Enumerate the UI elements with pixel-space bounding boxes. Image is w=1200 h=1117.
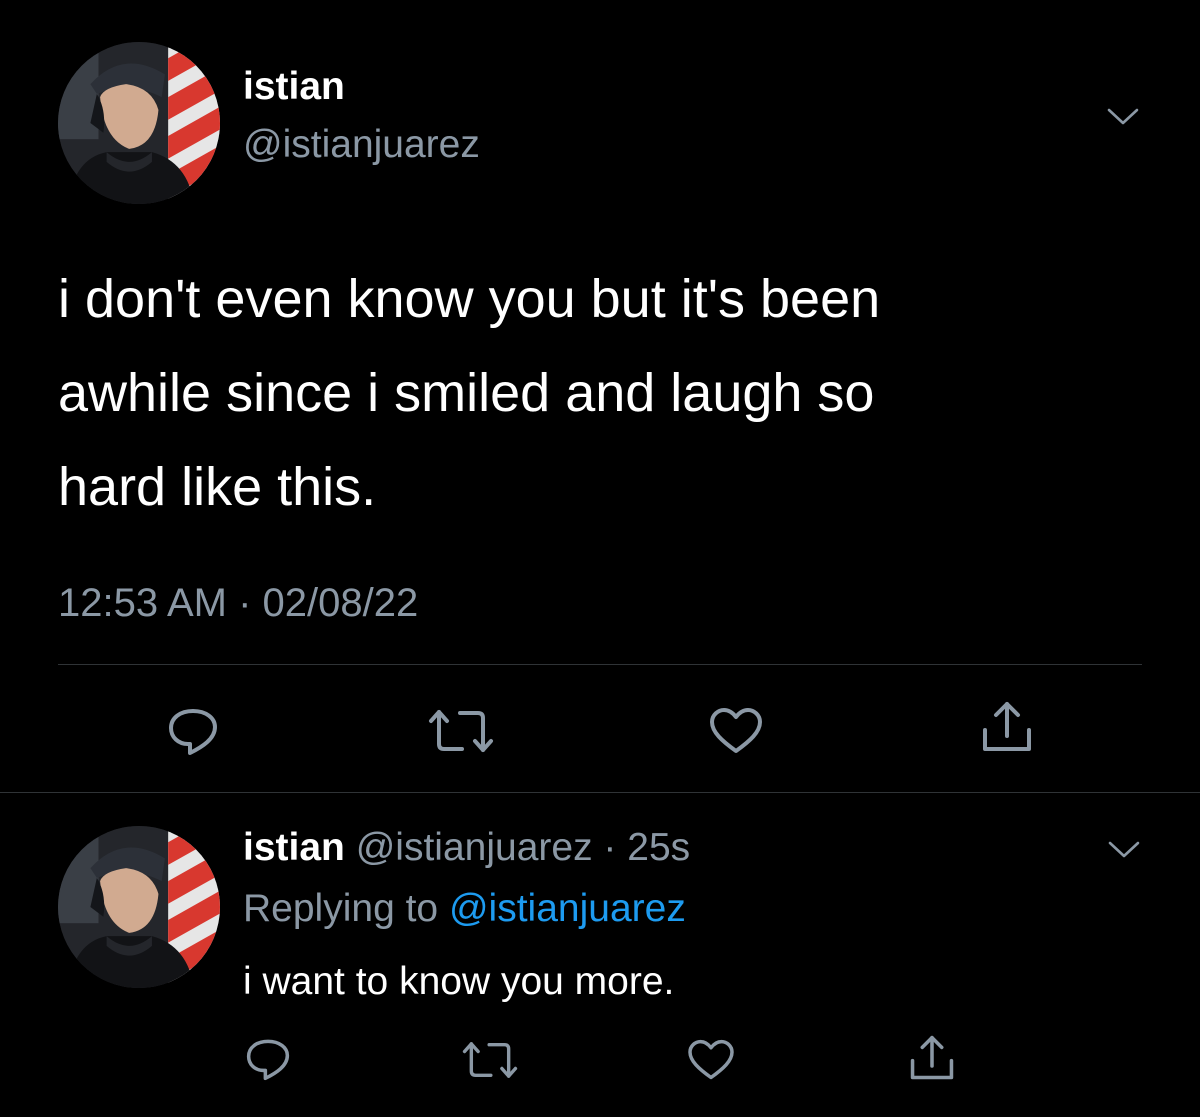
reply-author-handle[interactable]: @istianjuarez [356, 826, 593, 869]
heart-icon[interactable] [686, 1039, 736, 1081]
retweet-icon[interactable] [428, 708, 494, 754]
tweet-text-line: awhile since i smiled and laugh so [58, 363, 875, 423]
tweet-text: i don't even know you but it's been awhi… [58, 252, 880, 534]
reply-text: i want to know you more. [243, 960, 675, 1003]
replying-to-label: Replying to [243, 887, 439, 930]
divider [0, 792, 1200, 793]
author-handle[interactable]: @istianjuarez [243, 121, 480, 169]
author-name[interactable]: istian [243, 63, 345, 111]
reply-icon[interactable] [166, 706, 220, 756]
chevron-down-icon[interactable] [1105, 104, 1141, 128]
retweet-icon[interactable] [462, 1040, 518, 1080]
avatar-photo [58, 826, 220, 988]
reply-avatar[interactable] [58, 826, 220, 988]
avatar-photo [58, 42, 220, 204]
reply-author-name[interactable]: istian [243, 826, 345, 869]
reply-separator: · [603, 826, 617, 869]
share-icon[interactable] [909, 1034, 955, 1082]
tweet-thread: istian @istianjuarez i don't even know y… [0, 0, 1200, 1117]
tweet-text-line: i don't even know you but it's been [58, 269, 881, 329]
share-icon[interactable] [981, 700, 1033, 754]
chevron-down-icon[interactable] [1106, 837, 1142, 861]
reply-icon[interactable] [244, 1037, 292, 1081]
reply-time[interactable]: 25s [627, 826, 690, 869]
reply-header: istian @istianjuarez · 25s [243, 824, 690, 872]
heart-icon[interactable] [708, 707, 764, 755]
tweet-text-line: hard like this. [58, 457, 377, 517]
divider [58, 664, 1142, 665]
tweet-timestamp[interactable]: 12:53 AM · 02/08/22 [58, 578, 418, 628]
avatar[interactable] [58, 42, 220, 204]
replying-to-handle[interactable]: @istianjuarez [449, 887, 686, 930]
replying-to: Replying to @istianjuarez [243, 885, 686, 933]
